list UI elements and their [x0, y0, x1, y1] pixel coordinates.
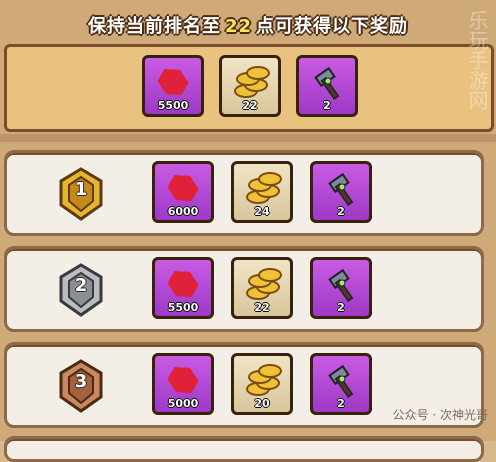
- rank-row-4-partial: [4, 436, 484, 462]
- reward-header: 保持当前排名至 22 点可获得以下奖励: [0, 12, 496, 38]
- rank-number: 1: [74, 179, 88, 200]
- ruby-icon: [164, 265, 202, 303]
- coin-quantity: 20: [254, 397, 270, 410]
- rank-medal-icon: 3: [57, 359, 105, 413]
- rank-medal-icon: 2: [57, 263, 105, 317]
- hammer-icon: [328, 364, 354, 399]
- side-watermark: 乐玩手游网: [465, 10, 489, 110]
- ruby-quantity: 6000: [167, 205, 199, 218]
- coin-stack-icon: [244, 172, 282, 206]
- hammer-quantity: 2: [337, 397, 345, 410]
- header-suffix: 点可获得以下奖励: [256, 16, 409, 37]
- ruby-quantity: 5500: [167, 301, 199, 314]
- hammer-reward[interactable]: 2: [296, 55, 358, 117]
- hammer-quantity: 2: [323, 99, 331, 112]
- ruby-icon: [154, 63, 192, 101]
- ruby-reward[interactable]: 5500: [152, 257, 214, 319]
- hammer-icon: [328, 172, 354, 207]
- coin-quantity: 24: [254, 205, 270, 218]
- ruby-quantity: 5000: [167, 397, 199, 410]
- coin-reward[interactable]: 22: [219, 55, 281, 117]
- hammer-icon: [314, 66, 340, 101]
- hammer-reward[interactable]: 2: [310, 257, 372, 319]
- section-divider: [0, 134, 496, 142]
- rank-medal-icon: 1: [57, 167, 105, 221]
- rank-number: 2: [74, 275, 88, 296]
- coin-stack-icon: [244, 268, 282, 302]
- ruby-quantity: 5500: [157, 99, 189, 112]
- current-rank-rewards: 5500 22 2: [4, 44, 494, 132]
- source-watermark: 公众号 · 次神光哥: [392, 408, 488, 422]
- coin-reward[interactable]: 22: [231, 257, 293, 319]
- header-number: 22: [224, 16, 253, 37]
- ruby-reward[interactable]: 6000: [152, 161, 214, 223]
- rank-number: 3: [74, 371, 88, 392]
- coin-quantity: 22: [254, 301, 270, 314]
- hammer-icon: [328, 268, 354, 303]
- coin-stack-icon: [244, 364, 282, 398]
- coin-stack-icon: [232, 66, 270, 100]
- ruby-icon: [164, 361, 202, 399]
- hammer-reward[interactable]: 2: [310, 353, 372, 415]
- ruby-reward[interactable]: 5500: [142, 55, 204, 117]
- coin-quantity: 22: [242, 99, 258, 112]
- rank-row-1: 1 6000 24 2: [4, 150, 484, 236]
- reward-panel: 保持当前排名至 22 点可获得以下奖励 5500 22 2 1 6000 24 …: [0, 0, 496, 462]
- header-prefix: 保持当前排名至: [87, 16, 221, 37]
- hammer-quantity: 2: [337, 301, 345, 314]
- coin-reward[interactable]: 24: [231, 161, 293, 223]
- coin-reward[interactable]: 20: [231, 353, 293, 415]
- rank-row-2: 2 5500 22 2: [4, 246, 484, 332]
- hammer-reward[interactable]: 2: [310, 161, 372, 223]
- ruby-icon: [164, 169, 202, 207]
- hammer-quantity: 2: [337, 205, 345, 218]
- ruby-reward[interactable]: 5000: [152, 353, 214, 415]
